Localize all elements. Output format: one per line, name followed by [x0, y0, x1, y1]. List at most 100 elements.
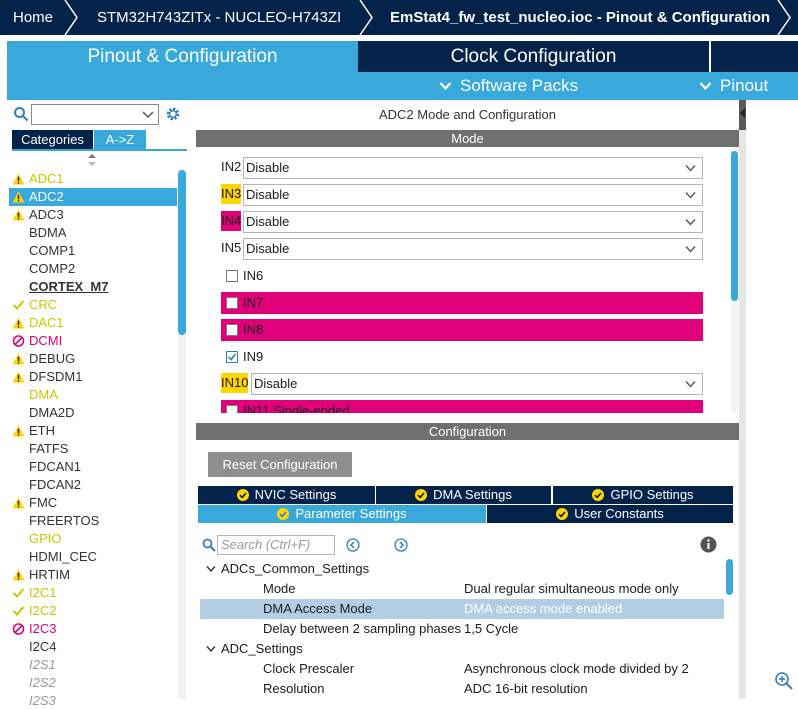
sort-icon[interactable] — [87, 154, 97, 166]
peripheral-item[interactable]: I2C1 — [9, 584, 177, 602]
peripheral-item[interactable]: CORTEX_M7 — [9, 278, 177, 296]
mode-row-in4: IN4 Disable — [221, 211, 703, 233]
peripheral-item[interactable]: FMC — [9, 494, 177, 512]
panel-splitter[interactable] — [739, 100, 746, 699]
channel-mode-select[interactable]: Disable — [243, 238, 703, 260]
peripheral-item[interactable]: COMP1 — [9, 242, 177, 260]
peripheral-item[interactable]: FREERTOS — [9, 512, 177, 530]
peripheral-item[interactable]: DFSDM1 — [9, 368, 177, 386]
peripheral-item[interactable]: HRTIM — [9, 566, 177, 584]
channel-checkbox[interactable] — [226, 351, 238, 363]
peripheral-item[interactable]: DEBUG — [9, 350, 177, 368]
channel-mode-select[interactable]: Disable — [251, 373, 703, 395]
peripheral-label: DMA2D — [29, 405, 75, 420]
parameter-row[interactable]: Resolution ADC 16-bit resolution — [200, 679, 724, 699]
parameter-value[interactable]: Asynchronous clock mode divided by 2 — [464, 659, 689, 679]
parameter-scrollbar-thumb[interactable] — [726, 559, 733, 595]
peripheral-item[interactable]: I2S2 — [9, 674, 177, 692]
parameter-row[interactable]: Delay between 2 sampling phases 1,5 Cycle — [200, 619, 724, 639]
view-tabs: Categories A->Z — [12, 130, 187, 151]
breadcrumb-device[interactable]: STM32H743ZITx - NUCLEO-H743ZI — [97, 0, 341, 35]
peripheral-item[interactable]: CRC — [9, 296, 177, 314]
peripheral-item[interactable]: FDCAN2 — [9, 476, 177, 494]
warning-icon — [12, 497, 25, 509]
info-icon[interactable] — [700, 536, 717, 553]
peripheral-item[interactable]: DMA — [9, 386, 177, 404]
tab-gpio-settings[interactable]: GPIO Settings — [553, 486, 733, 504]
tab-dma-settings[interactable]: DMA Settings — [376, 486, 551, 504]
tab-extra[interactable] — [711, 41, 798, 72]
parameter-value[interactable]: ADC 16-bit resolution — [464, 679, 588, 699]
peripheral-item[interactable]: I2S3 — [9, 692, 177, 710]
peripheral-label: ADC2 — [29, 189, 64, 204]
channel-checkbox[interactable] — [226, 324, 238, 336]
next-match-icon[interactable] — [394, 538, 408, 552]
channel-mode-select[interactable]: Disable — [243, 157, 703, 179]
peripheral-item[interactable]: BDMA — [9, 224, 177, 242]
tab-nvic-settings[interactable]: NVIC Settings — [198, 486, 375, 504]
peripheral-item[interactable]: HDMI_CEC — [9, 548, 177, 566]
channel-label: IN10 — [221, 373, 249, 393]
parameter-value[interactable]: 1,5 Cycle — [464, 619, 518, 639]
check-circle-icon — [415, 489, 428, 501]
breadcrumb-separator-icon — [777, 0, 791, 35]
channel-mode-select[interactable]: Disable — [243, 184, 703, 206]
parameter-group[interactable]: ADCs_Common_Settings — [200, 559, 724, 579]
mode-row-in3: IN3 Disable — [221, 184, 703, 206]
peripheral-item[interactable]: COMP2 — [9, 260, 177, 278]
mode-scrollbar-thumb[interactable] — [731, 151, 738, 301]
zoom-in-icon[interactable] — [774, 671, 794, 691]
peripheral-item[interactable]: ETH — [9, 422, 177, 440]
chevron-down-icon[interactable] — [141, 107, 155, 121]
peripheral-search-combo[interactable] — [31, 104, 159, 125]
channel-mode-select[interactable]: Disable — [243, 211, 703, 233]
parameter-value[interactable]: Dual regular simultaneous mode only — [464, 579, 679, 599]
chevron-down-icon[interactable] — [206, 565, 216, 573]
parameter-name: Resolution — [263, 681, 325, 696]
peripheral-label: CRC — [29, 297, 58, 312]
peripheral-item[interactable]: I2C4 — [9, 638, 177, 656]
chevron-down-icon[interactable] — [206, 645, 216, 653]
peripheral-item[interactable]: FATFS — [9, 440, 177, 458]
peripheral-label: DFSDM1 — [29, 369, 83, 384]
peripheral-item[interactable]: DAC1 — [9, 314, 177, 332]
previous-match-icon[interactable] — [346, 538, 360, 552]
peripheral-label: FDCAN2 — [29, 477, 82, 492]
channel-checkbox[interactable] — [226, 297, 238, 309]
peripheral-item[interactable]: DMA2D — [9, 404, 177, 422]
breadcrumb-project[interactable]: EmStat4_fw_test_nucleo.ioc - Pinout & Co… — [390, 0, 770, 35]
breadcrumb-separator-icon — [359, 0, 373, 35]
peripheral-item[interactable]: DCMI — [9, 332, 177, 350]
channel-checkbox[interactable] — [226, 405, 238, 413]
peripheral-scrollbar-thumb[interactable] — [178, 170, 186, 335]
tab-clock-configuration[interactable]: Clock Configuration — [358, 41, 709, 72]
warning-icon — [12, 425, 25, 437]
tab-pinout-configuration[interactable]: Pinout & Configuration — [7, 41, 358, 72]
collapse-handle[interactable] — [739, 100, 746, 130]
parameter-row[interactable]: Clock Prescaler Asynchronous clock mode d… — [200, 659, 724, 679]
tab-parameter-settings[interactable]: Parameter Settings — [198, 505, 486, 523]
gear-icon[interactable] — [164, 105, 182, 123]
peripheral-item[interactable]: I2S1 — [9, 656, 177, 674]
parameter-row[interactable]: Mode Dual regular simultaneous mode only — [200, 579, 724, 599]
peripheral-label: CORTEX_M7 — [29, 279, 109, 294]
peripheral-item[interactable]: I2C3 — [9, 620, 177, 638]
channel-checkbox[interactable] — [226, 270, 238, 282]
breadcrumb-home[interactable]: Home — [13, 0, 53, 35]
tab-a-to-z[interactable]: A->Z — [94, 130, 146, 149]
parameter-value[interactable]: DMA access mode enabled — [464, 599, 622, 619]
peripheral-item[interactable]: I2C2 — [9, 602, 177, 620]
parameter-name: DMA Access Mode — [263, 601, 373, 616]
parameter-search-input[interactable]: Search (Ctrl+F) — [217, 535, 335, 555]
tab-user-constants[interactable]: User Constants — [487, 505, 733, 523]
parameter-row[interactable]: DMA Access Mode DMA access mode enabled — [200, 599, 724, 619]
tab-categories[interactable]: Categories — [12, 130, 93, 149]
peripheral-item[interactable]: ADC3 — [9, 206, 177, 224]
peripheral-item[interactable]: GPIO — [9, 530, 177, 548]
parameter-group[interactable]: ADC_Settings — [200, 639, 724, 659]
reset-configuration-button[interactable]: Reset Configuration — [208, 452, 352, 477]
peripheral-item[interactable]: FDCAN1 — [9, 458, 177, 476]
pinout-view-panel — [739, 100, 798, 699]
peripheral-item[interactable]: ADC2 — [9, 188, 177, 206]
peripheral-item[interactable]: ADC1 — [9, 170, 177, 188]
